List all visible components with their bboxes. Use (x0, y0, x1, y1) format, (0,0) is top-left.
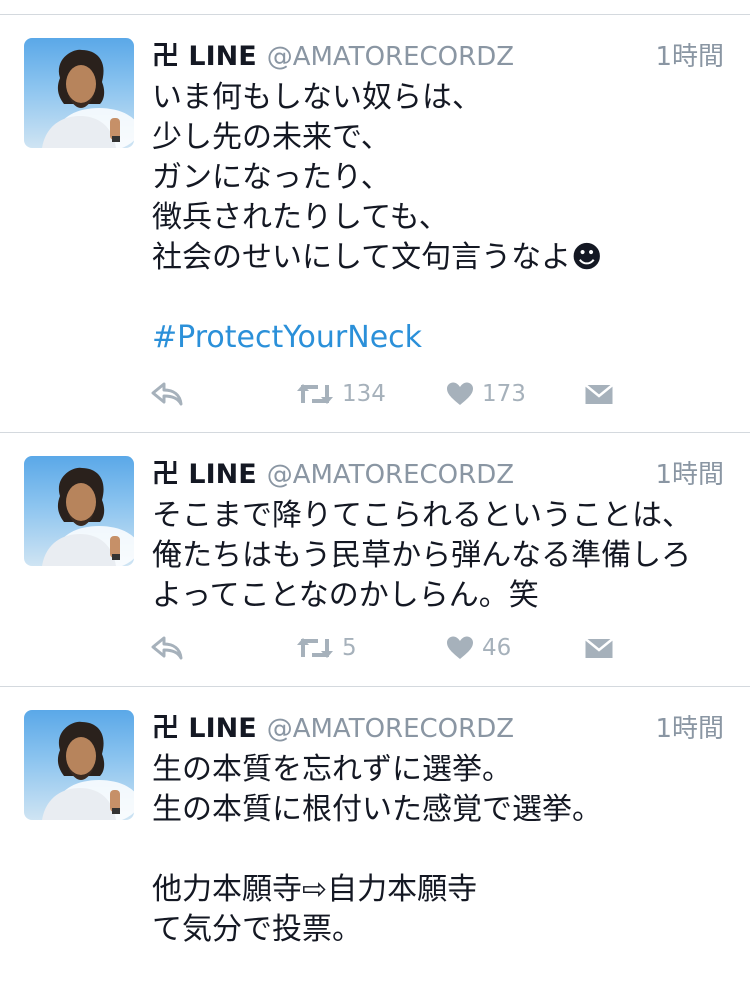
text-line (152, 830, 742, 870)
timestamp[interactable]: 1時間 (655, 454, 724, 491)
text-line: いま何もしない奴らは、 (152, 80, 482, 115)
top-divider (0, 14, 750, 15)
like-count: 173 (482, 381, 526, 407)
text-line: 俺たちはもう民草から弾んなる準備しろ (152, 538, 692, 573)
author-row: 卍 LINE @AMATORECORDZ (152, 706, 514, 744)
username[interactable]: @AMATORECORDZ (267, 42, 514, 72)
action-bar: 134 173 (150, 376, 630, 412)
like-count: 46 (482, 635, 512, 661)
text-line: て気分で投票。 (152, 912, 362, 947)
like-button[interactable]: 46 (446, 630, 511, 666)
text-line (152, 278, 742, 318)
avatar[interactable] (24, 710, 134, 820)
timestamp[interactable]: 1時間 (655, 708, 724, 745)
heart-icon (446, 381, 474, 407)
avatar[interactable] (24, 38, 134, 148)
display-name[interactable]: 卍 LINE (152, 34, 257, 73)
text-line: ガンになったり、 (152, 160, 391, 195)
reply-button[interactable] (150, 376, 184, 412)
tweet-text: そこまで降りてこられるということは、 俺たちはもう民草から弾んなる準備しろ よっ… (152, 496, 742, 616)
author-row: 卍 LINE @AMATORECORDZ (152, 34, 514, 72)
text-line: 生の本質に根付いた感覚で選挙。 (152, 792, 602, 827)
username[interactable]: @AMATORECORDZ (267, 714, 514, 744)
reply-icon (150, 381, 184, 407)
retweet-button[interactable]: 134 (296, 376, 386, 412)
display-name[interactable]: 卍 LINE (152, 452, 257, 491)
tweet-divider (0, 686, 750, 687)
author-row: 卍 LINE @AMATORECORDZ (152, 452, 514, 490)
dm-button[interactable] (584, 630, 614, 666)
tweet-text: 生の本質を忘れずに選挙。 生の本質に根付いた感覚で選挙。 他力本願寺⇨自力本願寺… (152, 750, 742, 950)
text-line: 他力本願寺⇨自力本願寺 (152, 872, 478, 907)
heart-icon (446, 635, 474, 661)
text-line: よってことなのかしらん。笑 (152, 578, 539, 613)
retweet-count: 5 (342, 635, 357, 661)
username[interactable]: @AMATORECORDZ (267, 460, 514, 490)
tweet-text: いま何もしない奴らは、 少し先の未来で、 ガンになったり、 徴兵されたりしても、… (152, 78, 742, 358)
avatar[interactable] (24, 456, 134, 566)
retweet-icon (296, 381, 334, 407)
reply-button[interactable] (150, 630, 184, 666)
dm-button[interactable] (584, 376, 614, 412)
timestamp[interactable]: 1時間 (655, 36, 724, 73)
retweet-icon (296, 635, 334, 661)
display-name[interactable]: 卍 LINE (152, 706, 257, 745)
text-line: 生の本質を忘れずに選挙。 (152, 752, 512, 787)
envelope-icon (584, 382, 614, 406)
retweet-count: 134 (342, 381, 386, 407)
envelope-icon (584, 636, 614, 660)
hashtag-link[interactable]: #ProtectYourNeck (152, 318, 742, 358)
text-line: そこまで降りてこられるということは、 (152, 498, 692, 533)
action-bar: 5 46 (150, 630, 630, 666)
text-line: 少し先の未来で、 (152, 120, 391, 155)
like-button[interactable]: 173 (446, 376, 526, 412)
text-line: 徴兵されたりしても、 (152, 200, 449, 235)
reply-icon (150, 635, 184, 661)
retweet-button[interactable]: 5 (296, 630, 357, 666)
text-line: 社会のせいにして文句言うなよ☻ (152, 240, 603, 275)
tweet-divider (0, 432, 750, 433)
